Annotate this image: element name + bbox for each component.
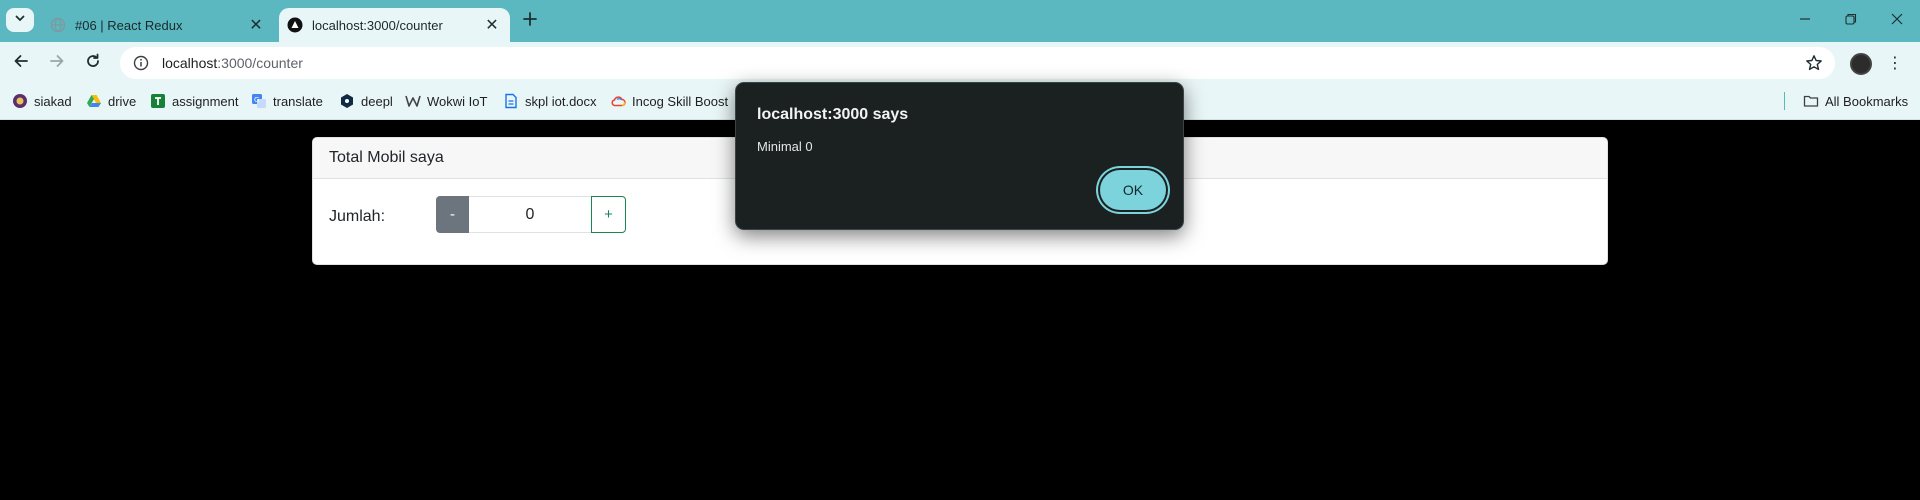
bookmark-label: translate [273,93,323,109]
more-menu-icon[interactable]: ⋮ [1885,53,1905,73]
browser-tab-strip: #06 | React Redux ✕ localhost:3000/count… [0,0,1920,42]
nextjs-triangle-icon [287,17,303,33]
new-tab-button[interactable] [518,9,542,33]
bookmark-assignment[interactable]: assignment [150,91,238,111]
bookmark-label: assignment [172,93,239,109]
document-icon [503,93,519,109]
dialog-message: Minimal 0 [757,139,813,154]
url-text: localhost:3000/counter [162,55,303,71]
bookmark-label: Incog Skill Boost [632,93,729,109]
reload-button[interactable] [78,48,108,78]
address-bar[interactable]: localhost:3000/counter [120,47,1835,79]
bookmark-drive[interactable]: drive [86,91,136,111]
close-icon [1891,12,1903,30]
bookmark-siakad[interactable]: siakad [12,91,72,111]
minimize-button[interactable] [1782,0,1828,42]
all-bookmarks-label: All Bookmarks [1825,93,1909,109]
bookmark-star-icon[interactable] [1805,54,1823,72]
svg-text:G: G [254,96,259,104]
count-value: 0 [469,196,591,233]
back-button[interactable] [6,48,36,78]
drive-icon [86,93,102,109]
bookmarks-divider [1784,92,1785,110]
cloud-icon [610,93,626,109]
chevron-down-icon [14,11,26,29]
university-icon [12,93,28,109]
bookmark-skpl-docx[interactable]: skpl iot.docx [503,91,597,111]
wokwi-icon [405,93,421,109]
tab-localhost-counter[interactable]: localhost:3000/counter ✕ [279,8,510,42]
bookmark-label: deepl [361,93,393,109]
all-bookmarks-button[interactable]: All Bookmarks [1803,91,1908,111]
bookmark-translate[interactable]: G translate [251,91,323,111]
arrow-right-icon [49,53,65,74]
count-label: Jumlah: [329,208,386,225]
reload-icon [85,53,101,74]
browser-toolbar: localhost:3000/counter ⋮ [0,42,1920,83]
bookmark-deepl[interactable]: deepl [339,91,393,111]
profile-avatar[interactable] [1850,53,1872,75]
tab-title: #06 | React Redux [75,17,183,33]
bookmark-label: skpl iot.docx [525,93,597,109]
globe-icon [50,17,66,33]
alert-dialog: localhost:3000 says Minimal 0 OK [735,82,1184,230]
tab-title: localhost:3000/counter [312,17,443,33]
assignment-icon [150,93,166,109]
minimize-icon [1799,12,1811,30]
plus-icon [523,11,537,31]
url-host: localhost [162,55,218,71]
ok-button[interactable]: OK [1100,170,1166,210]
deepl-icon [339,93,355,109]
tab-react-redux[interactable]: #06 | React Redux ✕ [42,8,274,42]
folder-icon [1803,93,1819,109]
dialog-title: localhost:3000 says [757,106,909,123]
restore-button[interactable] [1828,0,1874,42]
bookmark-label: Wokwi IoT [427,93,488,109]
close-icon[interactable]: ✕ [246,15,266,35]
translate-icon: G [251,93,267,109]
bookmark-incog-skill-boost[interactable]: Incog Skill Boost [610,91,728,111]
bookmark-wokwi[interactable]: Wokwi IoT [405,91,487,111]
bookmark-label: drive [108,93,137,109]
bookmark-label: siakad [34,93,72,109]
increment-button[interactable]: + [591,196,626,233]
url-path: :3000/counter [217,55,303,71]
decrement-button[interactable]: - [436,196,469,233]
close-icon[interactable]: ✕ [482,15,502,35]
restore-icon [1845,12,1857,30]
close-window-button[interactable] [1874,0,1920,42]
tab-search-button[interactable] [6,8,34,32]
arrow-left-icon [13,53,29,74]
site-info-icon[interactable] [132,54,150,72]
forward-button[interactable] [42,48,72,78]
